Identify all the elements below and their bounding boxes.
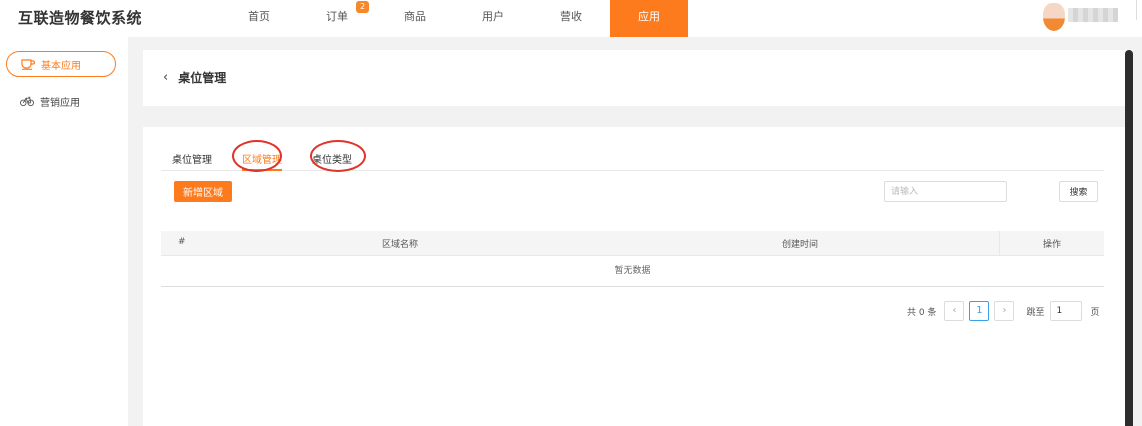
orders-badge: 2: [356, 1, 369, 13]
tab-bar: 桌位管理 区域管理 桌位类型: [161, 147, 1104, 171]
jump-page-input[interactable]: [1050, 301, 1083, 321]
top-bar: 互联造物餐饮系统 首页 订单 2 商品 用户 营收 应用: [0, 0, 1142, 37]
window-edge: [1136, 0, 1142, 20]
column-area-name: 区域名称: [382, 240, 419, 250]
nav-item-users[interactable]: 用户: [454, 0, 532, 37]
main-nav: 首页 订单 2 商品 用户 营收 应用: [220, 0, 688, 37]
scrollbar[interactable]: [1125, 50, 1133, 426]
page-suffix: 页: [1090, 307, 1100, 318]
search-input[interactable]: [884, 181, 1007, 202]
sidebar-item-marketing-apps[interactable]: 营销应用: [6, 88, 116, 114]
sidebar-item-label: 基本应用: [41, 60, 81, 72]
table-header: # 区域名称 创建时间 操作: [161, 231, 1104, 255]
next-page-button[interactable]: ›: [994, 301, 1015, 321]
table-empty-state: 暂无数据: [161, 255, 1104, 287]
app-title: 互联造物餐饮系统: [18, 9, 143, 27]
back-link[interactable]: ‹ 桌位管理: [163, 69, 226, 86]
prev-page-button[interactable]: ‹: [944, 301, 965, 321]
search-button[interactable]: 搜索: [1059, 181, 1098, 202]
jump-label: 跳至: [1026, 307, 1045, 318]
cup-icon: [21, 57, 35, 71]
sidebar-item-label: 营销应用: [40, 97, 80, 109]
nav-item-label: 用户: [482, 10, 504, 23]
nav-item-products[interactable]: 商品: [376, 0, 454, 37]
page-title: 桌位管理: [178, 71, 227, 85]
content-card: 桌位管理 区域管理 桌位类型 新增区域 搜索 # 区域名称 创建时间 操作 暂无…: [143, 127, 1133, 426]
page-header-card: ‹ 桌位管理: [143, 50, 1133, 106]
user-avatar[interactable]: [1043, 3, 1065, 31]
add-area-button[interactable]: 新增区域: [174, 181, 232, 202]
nav-item-label: 应用: [638, 10, 660, 23]
nav-item-label: 营收: [560, 10, 582, 23]
nav-item-label: 订单: [326, 10, 348, 23]
nav-item-orders[interactable]: 订单 2: [298, 0, 376, 37]
user-name-blurred[interactable]: [1068, 8, 1118, 22]
tab-area-management[interactable]: 区域管理: [242, 151, 282, 171]
pagination: 共 0 条 ‹ 1 › 跳至 页: [907, 301, 1099, 321]
nav-item-revenue[interactable]: 营收: [532, 0, 610, 37]
nav-item-label: 商品: [404, 10, 426, 23]
column-actions: 操作: [1043, 240, 1062, 250]
nav-item-apps[interactable]: 应用: [610, 0, 688, 37]
tab-table-types[interactable]: 桌位类型: [312, 151, 352, 171]
column-index: #: [178, 237, 186, 247]
nav-item-label: 首页: [248, 10, 270, 23]
column-created-time: 创建时间: [782, 240, 819, 250]
tab-table-management[interactable]: 桌位管理: [172, 151, 212, 171]
bicycle-icon: [20, 94, 34, 108]
area-table: # 区域名称 创建时间 操作 暂无数据: [161, 231, 1104, 287]
nav-item-home[interactable]: 首页: [220, 0, 298, 37]
page-number-button[interactable]: 1: [969, 301, 990, 321]
pagination-total: 共 0 条: [907, 307, 937, 318]
sidebar-item-basic-apps[interactable]: 基本应用: [6, 51, 116, 77]
back-chevron-icon: ‹: [163, 70, 169, 85]
sidebar: 基本应用 营销应用: [0, 37, 128, 426]
column-actions-cell: 操作: [999, 231, 1104, 255]
